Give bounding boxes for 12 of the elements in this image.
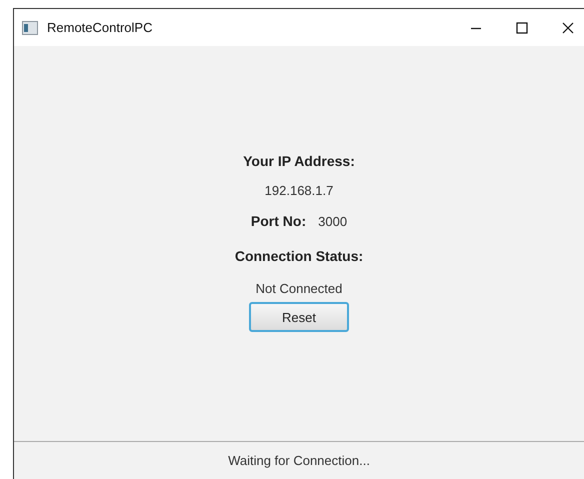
- connection-status-text: Not Connected: [256, 281, 342, 296]
- maximize-icon[interactable]: [516, 22, 528, 34]
- port-label: Port No:: [250, 213, 306, 229]
- status-text: Waiting for Connection...: [228, 453, 370, 468]
- ip-label: Your IP Address:: [243, 153, 355, 169]
- ip-address-text: 192.168.1.7: [264, 183, 334, 198]
- reset-button[interactable]: Reset: [249, 302, 349, 332]
- port-number-text: 3000: [318, 214, 348, 229]
- window-title: RemoteControlPC: [47, 20, 152, 35]
- close-icon[interactable]: [562, 22, 574, 34]
- connection-status-label: Connection Status:: [234, 248, 364, 264]
- app-icon: [22, 20, 38, 34]
